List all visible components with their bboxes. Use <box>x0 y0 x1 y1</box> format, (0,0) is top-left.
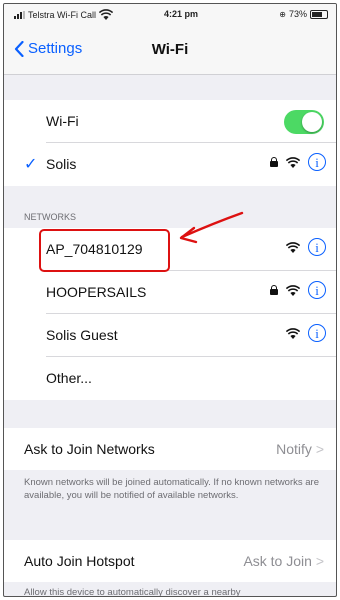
annotation-highlight-box <box>39 229 170 272</box>
chevron-right-icon: > <box>315 441 324 457</box>
info-icon[interactable]: i <box>308 281 326 299</box>
network-row[interactable]: Solis Guest i <box>4 314 336 356</box>
page-title: Wi-Fi <box>151 41 189 58</box>
info-icon[interactable]: i <box>308 324 326 342</box>
other-network-row[interactable]: Other... <box>4 357 336 399</box>
network-icons: i <box>286 238 326 256</box>
connected-network-name: Solis <box>46 156 77 172</box>
lock-icon <box>270 285 278 295</box>
status-wifi-icon <box>99 9 114 20</box>
ask-to-join-value: Notify > <box>276 441 324 457</box>
connected-network-row[interactable]: ✓ Solis i <box>4 143 336 185</box>
toggle-knob <box>302 112 322 132</box>
phone-screen: Telstra Wi-Fi Call 4:21 pm ⊕ 73% Setting… <box>3 3 337 597</box>
network-name: Solis Guest <box>46 327 118 343</box>
wifi-signal-icon <box>286 284 300 296</box>
annotation-arrow-icon <box>179 211 244 244</box>
wifi-signal-icon <box>286 156 300 168</box>
network-icons: i <box>270 281 326 299</box>
location-icon: ⊕ <box>279 9 286 19</box>
auto-join-value: Ask to Join > <box>243 553 324 569</box>
navigation-bar: Settings Wi-Fi <box>4 26 336 75</box>
other-network-label: Other... <box>46 370 92 386</box>
info-icon[interactable]: i <box>308 238 326 256</box>
status-bar: Telstra Wi-Fi Call 4:21 pm ⊕ 73% <box>4 4 336 26</box>
wifi-signal-icon <box>286 241 300 253</box>
auto-join-row[interactable]: Auto Join Hotspot Ask to Join > <box>4 540 336 582</box>
wifi-section: Wi-Fi ✓ Solis i <box>4 100 336 186</box>
battery-area: ⊕ 73% <box>279 9 328 19</box>
battery-percent: 73% <box>288 9 307 19</box>
networks-header: NETWORKS <box>24 212 77 222</box>
status-time: 4:21 pm <box>164 9 199 19</box>
network-icons: i <box>270 153 326 171</box>
wifi-toggle[interactable] <box>284 110 324 134</box>
network-row[interactable]: HOOPERSAILS i <box>4 271 336 313</box>
carrier-area: Telstra Wi-Fi Call <box>14 9 114 20</box>
info-icon[interactable]: i <box>308 153 326 171</box>
ask-to-join-label: Ask to Join Networks <box>24 441 155 457</box>
lock-icon <box>270 157 278 167</box>
auto-join-note: Allow this device to automatically disco… <box>24 587 241 597</box>
ask-to-join-row[interactable]: Ask to Join Networks Notify > <box>4 428 336 470</box>
carrier-label: Telstra Wi-Fi Call <box>28 9 97 20</box>
network-name: HOOPERSAILS <box>46 284 147 300</box>
network-icons: i <box>286 324 326 342</box>
checkmark-icon: ✓ <box>24 156 38 173</box>
battery-icon <box>310 9 328 19</box>
ask-to-join-note: Known networks will be joined automatica… <box>24 477 319 501</box>
wifi-toggle-row: Wi-Fi <box>4 100 336 142</box>
auto-join-label: Auto Join Hotspot <box>24 553 135 569</box>
signal-icon <box>14 10 25 19</box>
wifi-label: Wi-Fi <box>46 113 79 129</box>
wifi-signal-icon <box>286 327 300 339</box>
chevron-right-icon: > <box>315 553 324 569</box>
